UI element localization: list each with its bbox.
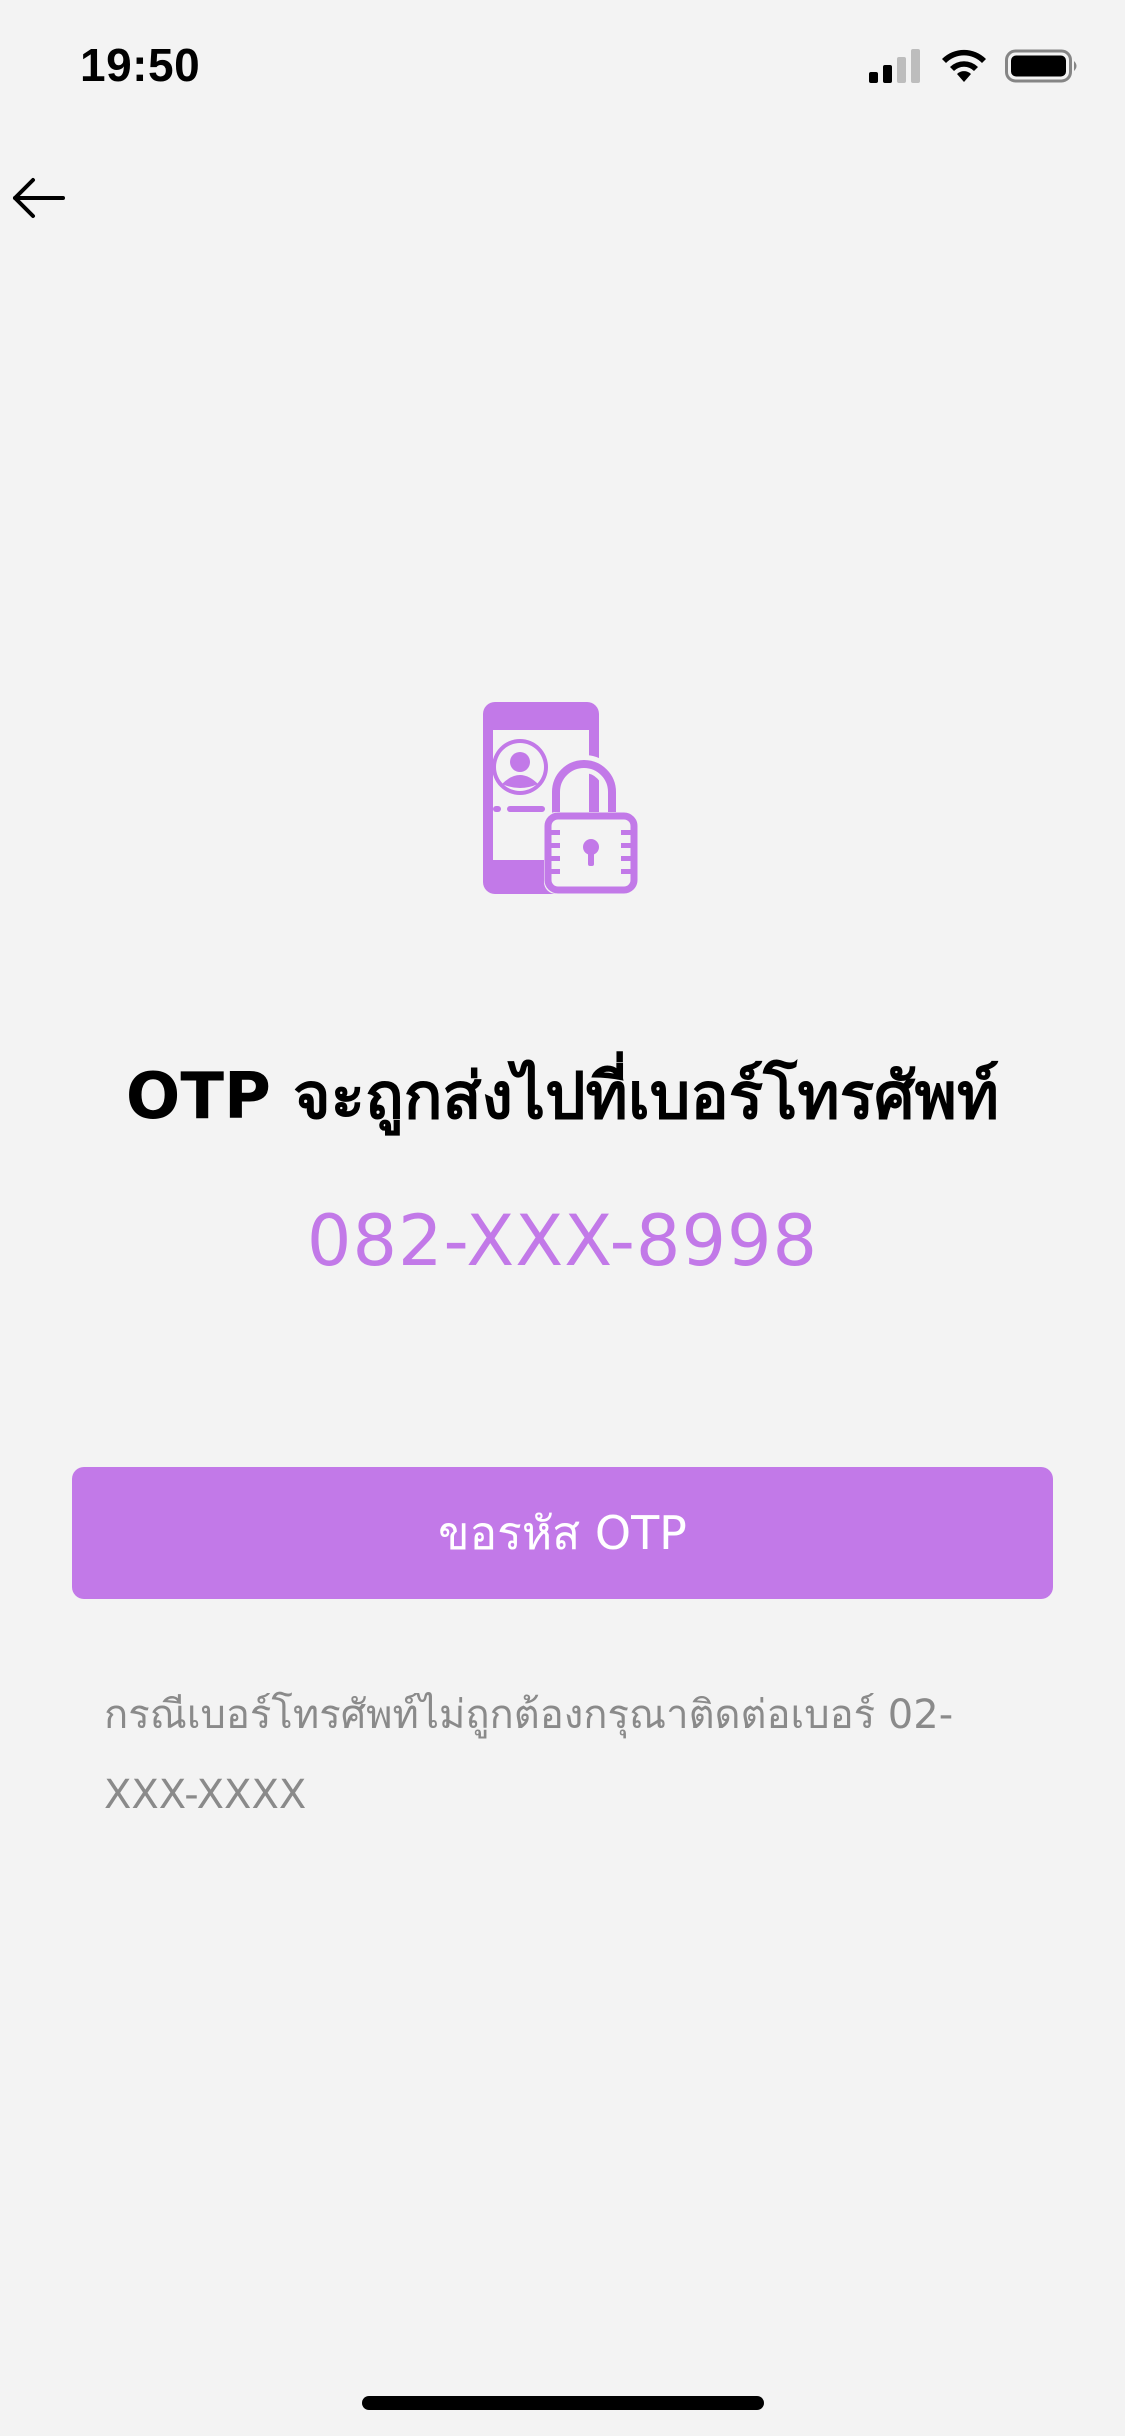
wifi-icon bbox=[942, 49, 986, 82]
status-icons bbox=[867, 48, 1081, 84]
signal-icon bbox=[869, 49, 920, 83]
phone-lock-icon bbox=[480, 700, 640, 896]
status-bar: 19:50 bbox=[0, 0, 1125, 132]
back-button[interactable] bbox=[6, 168, 72, 228]
request-otp-button-label: ขอรหัส OTP bbox=[438, 1505, 687, 1560]
help-note: กรณีเบอร์โทรศัพท์ไม่ถูกต้องกรุณาติดต่อเบ… bbox=[104, 1692, 954, 1818]
phone-number: 082-XXX-8998 bbox=[306, 1200, 819, 1282]
status-time: 19:50 bbox=[80, 39, 201, 91]
arrow-left-icon bbox=[13, 178, 65, 218]
home-indicator bbox=[362, 2396, 764, 2410]
headline: OTP จะถูกส่งไปที่เบอร์โทรศัพท์ bbox=[125, 1060, 1000, 1134]
battery-icon bbox=[1005, 49, 1077, 83]
request-otp-button[interactable]: ขอรหัส OTP bbox=[72, 1467, 1053, 1599]
